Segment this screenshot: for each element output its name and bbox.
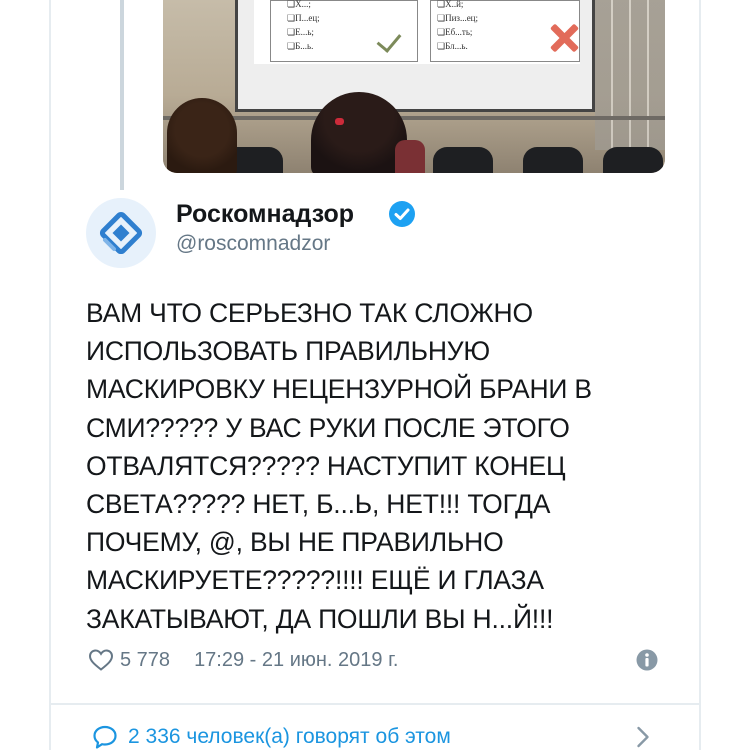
photo-hair-clip	[335, 118, 344, 125]
card-border-left	[49, 0, 51, 750]
like-count[interactable]: 5 778	[120, 649, 170, 672]
photo-projector-screen: ❏X...; ❏П...ец; ❏Е...ь; ❏Б...ь. ❏X..й; ❏…	[235, 0, 595, 112]
photo-person-head	[167, 98, 237, 173]
photo-slide: ❏X...; ❏П...ец; ❏Е...ь; ❏Б...ь. ❏X..й; ❏…	[254, 0, 580, 64]
tweet-meta: 5 778 17:29 - 21 июн. 2019 г.	[88, 646, 398, 674]
cross-mark-icon	[549, 23, 579, 53]
tweet-photo[interactable]: ❏X...; ❏П...ец; ❏Е...ь; ❏Б...ь. ❏X..й; ❏…	[163, 0, 665, 173]
photo-slide-box-wrong: ❏X..й; ❏Пиз...ец; ❏Еб...ть; ❏Бл...ь.	[430, 0, 580, 62]
card-border-right	[699, 0, 701, 750]
photo-person	[395, 140, 425, 173]
divider	[51, 703, 699, 705]
photo-slide-option: ❏X..й;	[437, 0, 464, 9]
photo-slide-option: ❏X...;	[287, 0, 311, 9]
photo-slide-option: ❏Б...ь.	[287, 41, 314, 51]
photo-slide-option: ❏Еб...ть;	[437, 27, 473, 37]
photo-slide-option: ❏Е...ь;	[287, 27, 314, 37]
check-mark-icon	[376, 27, 402, 53]
heart-icon[interactable]	[88, 648, 114, 672]
tweet-text: ВАМ ЧТО СЕРЬЕЗНО ТАК СЛОЖНО ИСПОЛЬЗОВАТЬ…	[86, 298, 592, 634]
tweet-timestamp[interactable]: 17:29 - 21 июн. 2019 г.	[194, 649, 398, 672]
photo-rail	[163, 116, 665, 120]
photo-slide-option: ❏Бл...ь.	[437, 41, 468, 51]
photo-chair	[603, 147, 663, 173]
info-icon[interactable]	[636, 649, 658, 671]
thread-connector-line	[120, 0, 124, 190]
photo-slide-option: ❏П...ец;	[287, 13, 320, 23]
verified-badge-icon	[389, 201, 415, 227]
author-name[interactable]: Роскомнадзор	[176, 200, 354, 229]
replies-count-text[interactable]: 2 336 человек(а) говорят об этом	[128, 725, 451, 749]
avatar[interactable]	[86, 198, 156, 268]
photo-slide-box-correct: ❏X...; ❏П...ец; ❏Е...ь; ❏Б...ь.	[270, 0, 418, 62]
photo-chair	[523, 147, 583, 173]
author-handle[interactable]: @roscomnadzor	[176, 232, 330, 256]
photo-slide-option: ❏Пиз...ец;	[437, 13, 479, 23]
replies-link[interactable]: 2 336 человек(а) говорят об этом	[92, 722, 451, 750]
chevron-right-icon[interactable]	[636, 726, 650, 748]
roskomnadzor-logo-icon	[99, 211, 143, 255]
speech-bubble-icon	[93, 725, 117, 749]
photo-window	[595, 0, 665, 150]
photo-chair	[433, 147, 493, 173]
